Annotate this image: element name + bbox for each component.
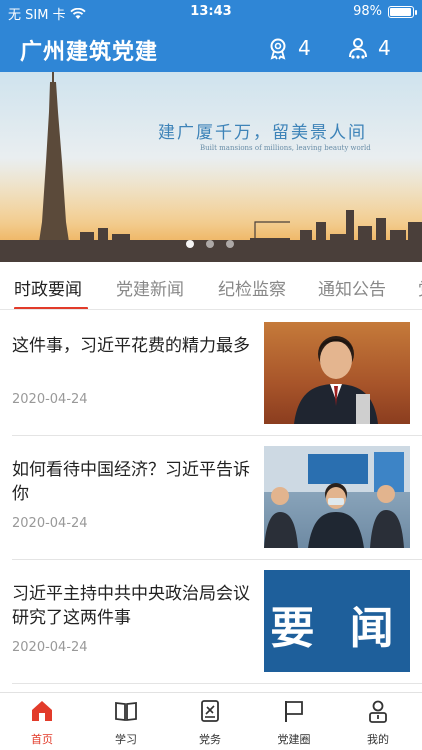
news-item[interactable]: 如何看待中国经济？习近平告诉你 2020-04-24 xyxy=(0,436,422,560)
banner-slogan: 建广厦千万，留美景人间 xyxy=(158,123,367,143)
app-header: 广州建筑党建 4 4 xyxy=(0,26,422,72)
tab-party-news[interactable]: 党建新闻 xyxy=(116,275,184,300)
nav-home[interactable]: 首页 xyxy=(0,699,84,747)
medal-count: 4 xyxy=(298,36,311,60)
medal-badge[interactable]: 4 xyxy=(266,36,311,60)
tab-more[interactable]: 党 xyxy=(418,275,422,300)
banner-slogan-english: Built mansions of millions, leaving beau… xyxy=(200,144,371,152)
banner-carousel[interactable]: 建广厦千万，留美景人间 Built mansions of millions, … xyxy=(0,72,422,262)
user-icon xyxy=(349,38,367,59)
news-item[interactable]: 这件事，习近平花费的精力最多 2020-04-24 xyxy=(0,312,422,436)
home-icon xyxy=(32,701,52,721)
nav-study[interactable]: 学习 xyxy=(84,699,168,747)
top-bar: 无 SIM 卡 13:43 98% 广州建筑党建 4 4 xyxy=(0,0,422,72)
news-thumbnail xyxy=(264,446,410,548)
news-date: 2020-04-24 xyxy=(12,516,88,531)
tab-notices[interactable]: 通知公告 xyxy=(318,275,386,300)
nav-label: 党务 xyxy=(199,733,221,746)
news-thumbnail xyxy=(264,322,410,424)
news-thumbnail: 要 闻 xyxy=(264,570,410,672)
nav-party-affairs[interactable]: 党务 xyxy=(168,699,252,747)
nav-label: 我的 xyxy=(367,733,389,746)
thumbnail-caption: 要 闻 xyxy=(270,603,404,654)
members-badge[interactable]: 4 xyxy=(346,36,391,60)
news-headline: 如何看待中国经济？习近平告诉你 xyxy=(12,460,250,504)
tab-current-affairs[interactable]: 时政要闻 xyxy=(14,275,82,300)
news-item[interactable]: 习近平主持中共中央政治局会议 研究了这两件事 2020-04-24 要 闻 xyxy=(0,560,422,684)
nav-profile[interactable]: 我的 xyxy=(336,699,420,747)
members-count: 4 xyxy=(378,36,391,60)
nav-label: 首页 xyxy=(31,733,53,746)
carousel-dot[interactable] xyxy=(186,240,194,248)
party-affairs-icon xyxy=(201,700,219,722)
battery-percent: 98% xyxy=(353,4,382,19)
battery-icon xyxy=(388,5,417,18)
battery-fill xyxy=(390,7,411,16)
nav-party-circle[interactable]: 党建圈 xyxy=(252,699,336,747)
news-headline: 习近平主持中共中央政治局会议 研究了这两件事 xyxy=(12,584,250,628)
profile-icon xyxy=(369,700,387,723)
tab-discipline-inspection[interactable]: 纪检监察 xyxy=(218,275,286,300)
carousel-dot[interactable] xyxy=(226,240,234,248)
bottom-navigation: 首页 学习 党务 党建圈 我的 xyxy=(0,692,422,750)
status-bar: 无 SIM 卡 13:43 98% xyxy=(0,0,422,24)
medal-icon xyxy=(270,38,286,60)
meeting-photo-illustration xyxy=(264,446,410,548)
flag-icon xyxy=(285,701,303,722)
category-tabs: 时政要闻 党建新闻 纪检监察 通知公告 党 xyxy=(0,262,422,310)
carousel-dot[interactable] xyxy=(206,240,214,248)
carousel-indicator xyxy=(186,240,234,248)
list-divider xyxy=(12,683,422,684)
portrait-illustration xyxy=(294,336,378,424)
book-icon xyxy=(115,701,137,722)
nav-label: 党建圈 xyxy=(277,733,311,746)
active-tab-indicator xyxy=(14,307,88,309)
news-date: 2020-04-24 xyxy=(12,392,88,407)
nav-label: 学习 xyxy=(115,733,137,746)
news-headline: 这件事，习近平花费的精力最多 xyxy=(12,336,250,356)
page-title: 广州建筑党建 xyxy=(20,40,159,65)
news-date: 2020-04-24 xyxy=(12,640,88,655)
city-skyline-illustration xyxy=(0,72,422,262)
